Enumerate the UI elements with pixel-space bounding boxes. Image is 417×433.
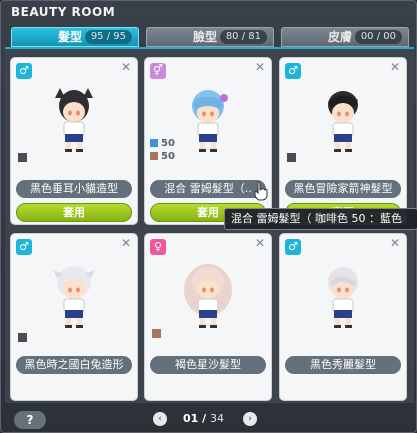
female-icon: ♀ bbox=[150, 239, 166, 255]
male-icon: ♂ bbox=[285, 63, 301, 79]
tab-bar: 髮型 95 / 95 臉型 80 / 81 皮膚 00 / 00 bbox=[11, 27, 409, 47]
tab-face[interactable]: 臉型 80 / 81 bbox=[146, 27, 274, 47]
male-icon: ♂ bbox=[285, 239, 301, 255]
mix-ratio-blue: 50 bbox=[150, 138, 175, 149]
close-icon[interactable]: ✕ bbox=[121, 60, 131, 74]
hair-name-tooltip: 混合 雷姆髮型（ 咖啡色 50 ：藍色 bbox=[224, 208, 417, 230]
unisex-icon: ⚥ bbox=[150, 63, 166, 79]
hair-card[interactable]: ♂ ✕ 黑色秀麗髮型 bbox=[279, 233, 407, 401]
pagination: ‹ 01 / 34 › bbox=[147, 412, 261, 430]
character-avatar bbox=[328, 267, 358, 328]
close-icon[interactable]: ✕ bbox=[121, 236, 131, 250]
color-swatch bbox=[18, 333, 27, 342]
page-separator: / bbox=[202, 412, 207, 425]
hair-name: 黑色秀麗髮型 bbox=[285, 356, 401, 374]
hair-card[interactable]: ♀ ✕ 褐色星沙髮型 bbox=[144, 233, 272, 401]
total-pages: 34 bbox=[210, 412, 225, 425]
tab-skin[interactable]: 皮膚 00 / 00 bbox=[281, 27, 409, 47]
tab-face-label: 臉型 bbox=[193, 30, 218, 44]
character-avatar bbox=[192, 90, 228, 152]
character-avatar bbox=[328, 91, 358, 152]
male-icon: ♂ bbox=[16, 239, 32, 255]
prev-page-button[interactable]: ‹ bbox=[153, 412, 167, 426]
tab-skin-count: 00 / 00 bbox=[354, 30, 402, 44]
tab-face-count: 80 / 81 bbox=[219, 30, 267, 44]
close-icon[interactable]: ✕ bbox=[255, 236, 265, 250]
color-swatch bbox=[152, 329, 161, 338]
window-title: BEAUTY ROOM bbox=[11, 5, 116, 19]
character-avatar bbox=[55, 88, 93, 152]
hair-card[interactable]: ♂ ✕ 黑色垂耳小貓造型 套用 bbox=[10, 57, 138, 225]
hair-name: 混合 雷姆髮型（.. bbox=[150, 180, 266, 198]
help-button[interactable]: ? bbox=[14, 411, 46, 429]
character-avatar bbox=[53, 266, 95, 328]
page-indicator: 01 / 34 bbox=[183, 412, 224, 425]
beauty-room-window: BEAUTY ROOM 髮型 95 / 95 臉型 80 / 81 皮膚 00 … bbox=[0, 0, 417, 433]
close-icon[interactable]: ✕ bbox=[390, 60, 400, 74]
hair-card[interactable]: ♂ ✕ 黑色時之國白兔造形 bbox=[10, 233, 138, 401]
next-page-button[interactable]: › bbox=[243, 412, 257, 426]
tab-skin-label: 皮膚 bbox=[328, 30, 353, 44]
color-swatch bbox=[18, 153, 27, 162]
tab-hair-label: 髮型 bbox=[58, 30, 83, 44]
hand-cursor-icon bbox=[254, 181, 268, 201]
hair-name: 褐色星沙髮型 bbox=[150, 356, 266, 374]
hair-name: 黑色垂耳小貓造型 bbox=[16, 180, 132, 198]
male-icon: ♂ bbox=[16, 63, 32, 79]
character-avatar bbox=[184, 264, 232, 328]
hair-card[interactable]: ♂ ✕ 黑色冒險家箭神髮型 套用 bbox=[279, 57, 407, 225]
color-swatch bbox=[287, 153, 296, 162]
current-page: 01 bbox=[183, 412, 199, 425]
mix-ratio-brown: 50 bbox=[150, 151, 175, 162]
tab-hair[interactable]: 髮型 95 / 95 bbox=[11, 27, 139, 47]
hair-name: 黑色冒險家箭神髮型 bbox=[285, 180, 401, 198]
tab-hair-count: 95 / 95 bbox=[84, 30, 132, 44]
apply-button[interactable]: 套用 bbox=[16, 203, 132, 222]
hair-name: 黑色時之國白兔造形 bbox=[16, 356, 132, 374]
close-icon[interactable]: ✕ bbox=[255, 60, 265, 74]
close-icon[interactable]: ✕ bbox=[390, 236, 400, 250]
